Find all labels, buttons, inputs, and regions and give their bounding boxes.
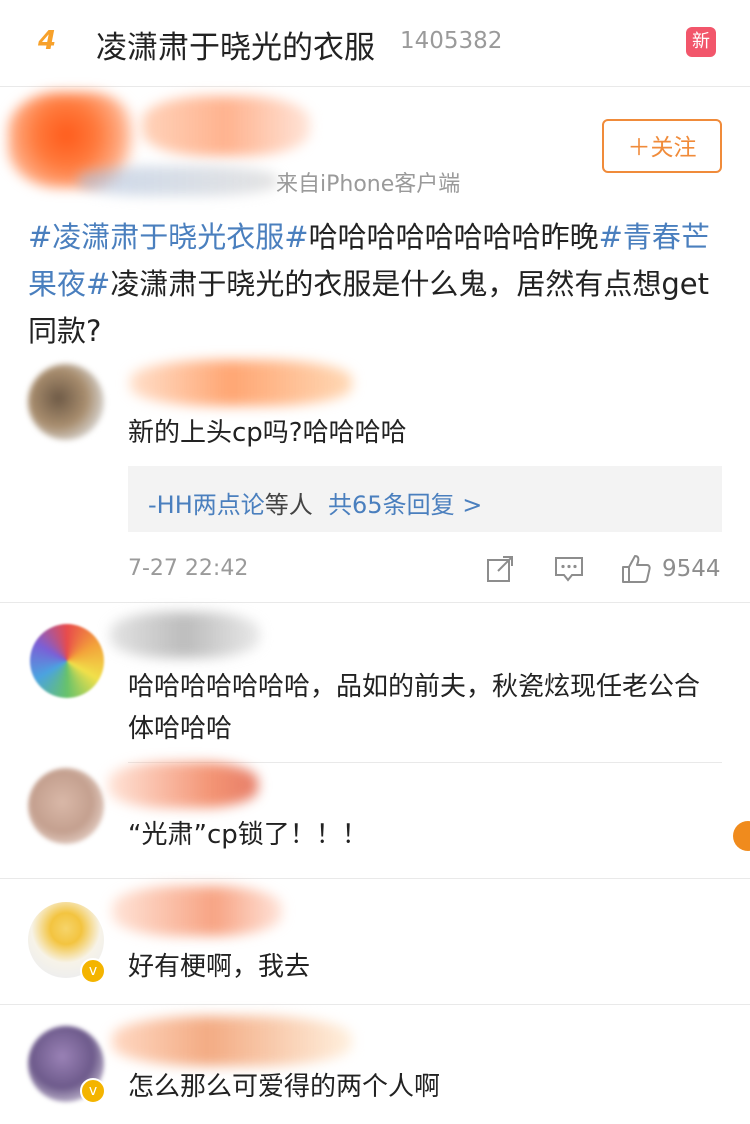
divider <box>0 1004 750 1005</box>
commenter-avatar[interactable] <box>30 624 104 698</box>
replies-summary-text[interactable]: -HH两点论等人 共65条回复 > <box>148 485 482 520</box>
verified-badge-icon: v <box>80 958 106 984</box>
commenter-name-redacted[interactable] <box>108 762 258 808</box>
commenter-name-redacted[interactable] <box>110 612 260 658</box>
post-text-segment: 凌潇肃于晓光的衣服是什么鬼，居然有点想get同款? <box>28 267 709 348</box>
divider <box>0 878 750 879</box>
post-time-redacted <box>78 166 278 196</box>
trend-topic-title[interactable]: 凌潇肃于晓光的衣服 <box>96 22 375 67</box>
thumbs-up-icon[interactable] <box>620 553 652 585</box>
post-source: 来自iPhone客户端 <box>276 172 461 197</box>
reply-summary-middle: 等人 <box>264 491 313 519</box>
reply-author-link[interactable]: -HH两点论 <box>148 491 265 519</box>
like-count: 9544 <box>662 556 721 582</box>
hashtag-link[interactable]: #凌潇肃于晓光衣服# <box>28 220 309 254</box>
floating-action-icon[interactable] <box>733 821 750 851</box>
new-badge: 新 <box>686 27 716 57</box>
trending-topic-bar[interactable]: 4 凌潇肃于晓光的衣服 1405382 新 <box>0 0 750 86</box>
comment-text: “光肃”cp锁了！！！ <box>128 820 368 850</box>
follow-button[interactable]: ＋关注 <box>602 119 722 173</box>
comment-icon[interactable] <box>554 555 584 583</box>
commenter-avatar[interactable] <box>28 364 104 440</box>
post-text-segment: 哈哈哈哈哈哈哈哈昨晚 <box>308 220 599 254</box>
divider <box>0 602 750 603</box>
comment-text: 怎么那么可爱得的两个人啊 <box>128 1072 441 1102</box>
comment-text: 新的上头cp吗?哈哈哈哈 <box>128 418 407 448</box>
reply-count-link[interactable]: 共65条回复 > <box>328 491 482 519</box>
divider <box>0 86 750 87</box>
commenter-name-redacted[interactable] <box>112 1016 352 1066</box>
comment-text: 哈哈哈哈哈哈哈，品如的前夫，秋瓷炫现任老公合体哈哈哈 <box>128 672 701 744</box>
comment-text: 好有梗啊，我去 <box>128 952 311 982</box>
commenter-avatar[interactable] <box>28 768 104 844</box>
commenter-name-redacted[interactable] <box>130 360 352 406</box>
share-icon[interactable] <box>486 555 514 583</box>
verified-badge-icon: v <box>80 1078 106 1104</box>
trend-heat-count: 1405382 <box>400 28 503 54</box>
trend-rank: 4 <box>38 26 57 56</box>
author-name-redacted[interactable] <box>142 96 310 156</box>
comment-time: 7-27 22:42 <box>128 556 249 581</box>
commenter-name-redacted[interactable] <box>112 886 282 936</box>
post-text: #凌潇肃于晓光衣服#哈哈哈哈哈哈哈哈昨晚#青春芒果夜#凌潇肃于晓光的衣服是什么鬼… <box>28 214 728 355</box>
